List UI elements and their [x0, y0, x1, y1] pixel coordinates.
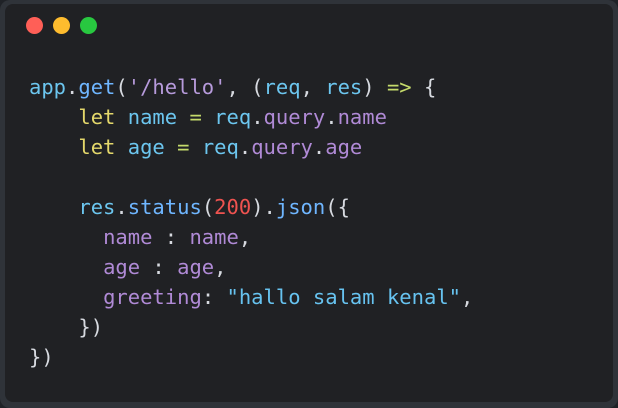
code-line: let name = req.query.name: [29, 102, 473, 132]
code-line: age : age,: [29, 252, 473, 282]
code-line: let age = req.query.age: [29, 132, 473, 162]
code-token: status: [127, 195, 202, 219]
code-token: age: [325, 135, 363, 159]
code-token: :: [201, 285, 227, 309]
code-token: req: [201, 135, 239, 159]
code-token: ,: [300, 75, 326, 99]
code-token: let: [78, 105, 116, 129]
code-token: '/hello': [127, 75, 227, 99]
code-token: ,: [214, 255, 227, 279]
maximize-icon[interactable]: [80, 17, 97, 34]
code-token: let: [78, 135, 116, 159]
code-token: query: [263, 105, 326, 129]
code-token: .: [66, 75, 79, 99]
code-token: name: [337, 105, 387, 129]
code-token: (: [201, 195, 215, 219]
code-line: name : name,: [29, 222, 473, 252]
code-token: greeting: [103, 285, 202, 309]
code-token: age: [177, 255, 215, 279]
code-token: .: [115, 195, 128, 219]
screenshot-frame: app.get('/hello', (req, res) => { let na…: [0, 0, 618, 408]
code-block: app.get('/hello', (req, res) => { let na…: [29, 72, 473, 372]
code-line: greeting: "hallo salam kenal",: [29, 282, 473, 312]
code-token: res: [78, 195, 116, 219]
code-token: .: [251, 105, 264, 129]
code-token: name: [189, 225, 239, 249]
code-line: }): [29, 342, 473, 372]
code-line: app.get('/hello', (req, res) => {: [29, 72, 473, 102]
code-token: {: [411, 75, 437, 99]
window-controls: [26, 17, 97, 34]
code-window: app.get('/hello', (req, res) => { let na…: [5, 4, 613, 402]
code-token: }): [78, 315, 104, 339]
code-token: res: [325, 75, 363, 99]
code-token: =: [177, 135, 190, 159]
code-line: }): [29, 312, 473, 342]
code-token: 200: [214, 195, 252, 219]
code-token: .: [312, 135, 326, 159]
code-token: req: [214, 105, 252, 129]
code-token: query: [251, 135, 313, 159]
code-token: :: [140, 255, 178, 279]
code-token: ({: [325, 195, 350, 219]
close-icon[interactable]: [26, 17, 43, 34]
code-token: age: [103, 255, 141, 279]
code-token: =: [189, 105, 202, 129]
code-token: =>: [386, 75, 412, 99]
code-token: age: [127, 135, 165, 159]
code-token: ): [362, 75, 387, 99]
code-token: .: [325, 105, 338, 129]
code-token: req: [263, 75, 301, 99]
code-token: "hallo salam kenal": [226, 285, 462, 309]
code-token: app: [29, 75, 67, 99]
code-token: (: [115, 75, 128, 99]
code-line: res.status(200).json({: [29, 192, 473, 222]
code-token: ,: [461, 285, 474, 309]
code-token: .: [238, 135, 252, 159]
code-token: ).: [251, 195, 276, 219]
code-token: ,: [238, 225, 252, 249]
code-token: name: [103, 225, 153, 249]
code-token: json: [275, 195, 326, 219]
code-token: , (: [226, 75, 264, 99]
minimize-icon[interactable]: [53, 17, 70, 34]
code-token: get: [78, 75, 116, 99]
code-token: }): [29, 345, 54, 369]
code-token: :: [152, 225, 190, 249]
code-token: name: [127, 105, 178, 129]
